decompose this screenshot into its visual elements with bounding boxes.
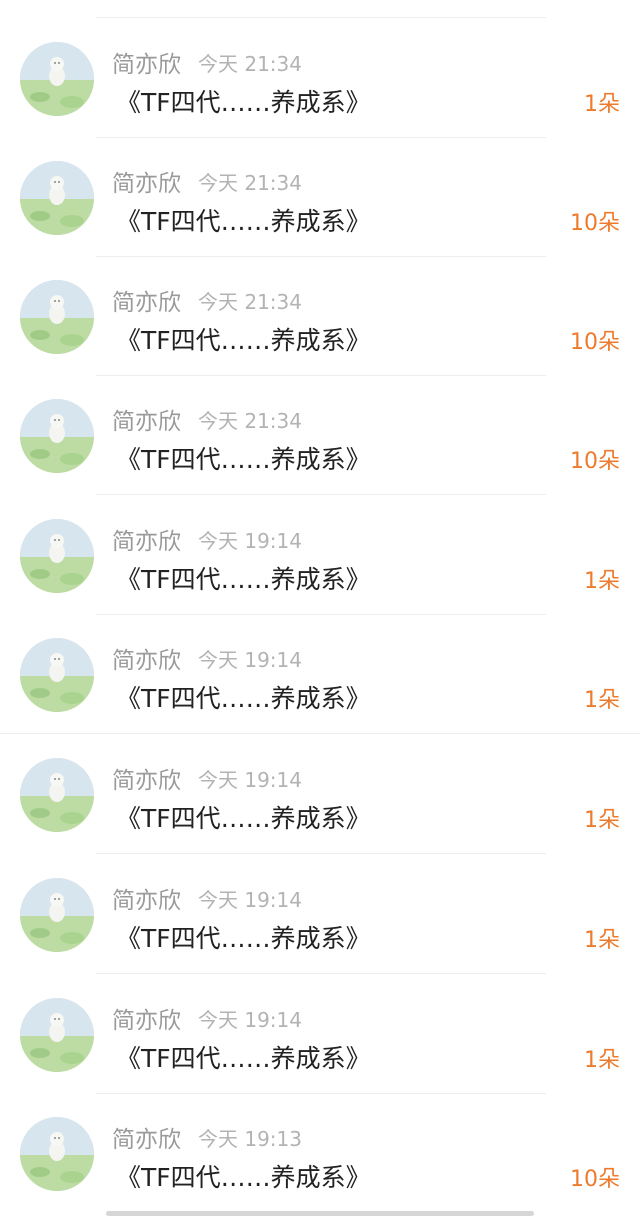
gift-title: 《TF四代……养成系》 <box>116 924 371 953</box>
list-item[interactable]: 简亦欣 今天 21:34 《TF四代……养成系》 10朵 <box>0 376 640 495</box>
sender-name[interactable]: 简亦欣 <box>112 164 181 198</box>
gift-count: 10朵 <box>570 1167 620 1192</box>
gift-count: 1朵 <box>584 928 620 953</box>
user-avatar-icon[interactable] <box>20 161 94 235</box>
user-avatar-icon[interactable] <box>20 42 94 116</box>
gift-title: 《TF四代……养成系》 <box>116 88 371 117</box>
gift-title: 《TF四代……养成系》 <box>116 207 371 236</box>
gift-title: 《TF四代……养成系》 <box>116 684 371 713</box>
sender-name[interactable]: 简亦欣 <box>112 1001 181 1035</box>
gift-count: 10朵 <box>570 449 620 474</box>
row-divider <box>0 733 640 734</box>
list-item[interactable]: 简亦欣 今天 19:14 《TF四代……养成系》 1朵 <box>0 975 640 1094</box>
gift-title: 《TF四代……养成系》 <box>116 804 371 833</box>
timestamp: 今天 19:14 <box>198 648 302 672</box>
gift-count: 1朵 <box>584 569 620 594</box>
user-avatar-icon[interactable] <box>20 638 94 712</box>
timestamp: 今天 19:14 <box>198 529 302 553</box>
timestamp: 今天 21:34 <box>198 52 302 76</box>
list-item[interactable]: 简亦欣 今天 19:14 《TF四代……养成系》 1朵 <box>0 615 640 734</box>
sender-name[interactable]: 简亦欣 <box>112 881 181 915</box>
gift-title: 《TF四代……养成系》 <box>116 445 371 474</box>
list-item[interactable]: 简亦欣 今天 19:14 《TF四代……养成系》 1朵 <box>0 855 640 974</box>
gift-count: 10朵 <box>570 330 620 355</box>
gift-title: 《TF四代……养成系》 <box>116 326 371 355</box>
row-divider <box>96 853 546 854</box>
gift-title: 《TF四代……养成系》 <box>116 1044 371 1073</box>
timestamp: 今天 21:34 <box>198 409 302 433</box>
list-item[interactable]: 简亦欣 今天 19:14 《TF四代……养成系》 1朵 <box>0 735 640 854</box>
gift-count: 1朵 <box>584 92 620 117</box>
user-avatar-icon[interactable] <box>20 878 94 952</box>
user-avatar-icon[interactable] <box>20 280 94 354</box>
timestamp: 今天 19:14 <box>198 1008 302 1032</box>
user-avatar-icon[interactable] <box>20 758 94 832</box>
gift-title: 《TF四代……养成系》 <box>116 565 371 594</box>
gift-count: 1朵 <box>584 808 620 833</box>
list-item[interactable]: 简亦欣 今天 21:34 《TF四代……养成系》 10朵 <box>0 138 640 257</box>
list-item[interactable]: 简亦欣 今天 21:34 《TF四代……养成系》 10朵 <box>0 257 640 376</box>
row-divider <box>96 494 546 495</box>
gift-count: 1朵 <box>584 1048 620 1073</box>
timestamp: 今天 19:14 <box>198 768 302 792</box>
sender-name[interactable]: 简亦欣 <box>112 283 181 317</box>
user-avatar-icon[interactable] <box>20 998 94 1072</box>
top-divider <box>96 17 546 18</box>
timestamp: 今天 21:34 <box>198 171 302 195</box>
timestamp: 今天 19:14 <box>198 888 302 912</box>
gift-count: 1朵 <box>584 688 620 713</box>
sender-name[interactable]: 简亦欣 <box>112 45 181 79</box>
list-item[interactable]: 简亦欣 今天 19:14 《TF四代……养成系》 1朵 <box>0 496 640 615</box>
gift-count: 10朵 <box>570 211 620 236</box>
user-avatar-icon[interactable] <box>20 1117 94 1191</box>
row-divider <box>96 973 546 974</box>
sender-name[interactable]: 简亦欣 <box>112 522 181 556</box>
sender-name[interactable]: 简亦欣 <box>112 641 181 675</box>
gift-title: 《TF四代……养成系》 <box>116 1163 371 1192</box>
scroll-indicator[interactable] <box>106 1211 534 1216</box>
sender-name[interactable]: 简亦欣 <box>112 402 181 436</box>
user-avatar-icon[interactable] <box>20 399 94 473</box>
sender-name[interactable]: 简亦欣 <box>112 761 181 795</box>
timestamp: 今天 21:34 <box>198 290 302 314</box>
timestamp: 今天 19:13 <box>198 1127 302 1151</box>
list-item[interactable]: 简亦欣 今天 19:13 《TF四代……养成系》 10朵 <box>0 1094 640 1213</box>
sender-name[interactable]: 简亦欣 <box>112 1120 181 1154</box>
user-avatar-icon[interactable] <box>20 519 94 593</box>
list-item[interactable]: 简亦欣 今天 21:34 《TF四代……养成系》 1朵 <box>0 19 640 138</box>
